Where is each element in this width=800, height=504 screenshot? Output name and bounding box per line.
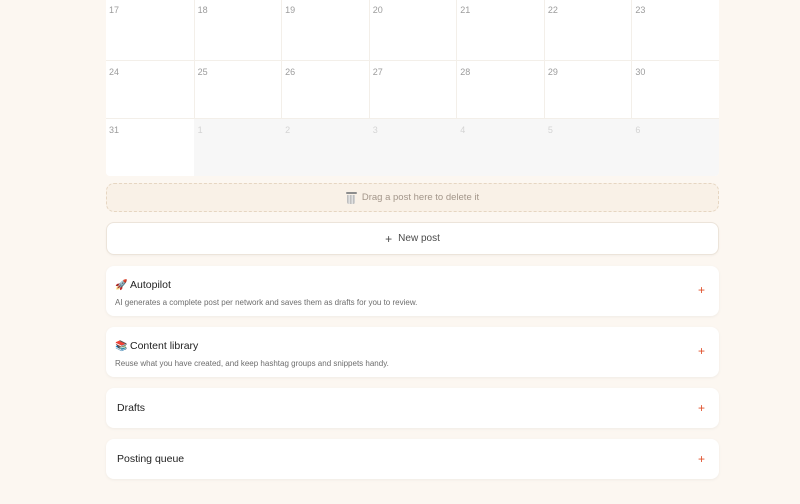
books-icon: 📚 — [115, 340, 128, 352]
day-number: 28 — [460, 67, 471, 77]
new-post-button[interactable]: + New post — [106, 222, 719, 255]
calendar-day-outside-month[interactable]: 4 — [456, 119, 544, 176]
calendar-day-outside-month[interactable]: 5 — [543, 119, 632, 176]
content-library-panel[interactable]: 📚 Content library Reuse what you have cr… — [106, 327, 719, 377]
posting-queue-panel[interactable]: Posting queue + — [106, 439, 719, 479]
autopilot-title: Autopilot — [130, 279, 171, 291]
expand-drafts-icon[interactable]: + — [698, 402, 705, 414]
day-number: 4 — [460, 125, 466, 135]
expand-posting-queue-icon[interactable]: + — [698, 453, 705, 465]
day-number: 5 — [547, 125, 553, 135]
calendar-week: 31 1 2 3 4 5 6 — [106, 118, 719, 176]
day-number: 26 — [285, 67, 296, 77]
autopilot-panel[interactable]: 🚀 Autopilot AI generates a complete post… — [106, 266, 719, 316]
calendar-week: 24 25 26 27 28 29 30 — [106, 60, 719, 118]
calendar-week: 17 18 19 20 21 22 23 — [106, 0, 719, 60]
day-number: 21 — [460, 5, 471, 15]
drafts-panel[interactable]: Drafts + — [106, 388, 719, 428]
calendar-day[interactable]: 19 — [281, 0, 369, 60]
drafts-title: Drafts — [117, 402, 146, 414]
planner-column: 17 18 19 20 21 22 23 24 25 26 27 28 29 3… — [106, 0, 719, 479]
calendar-day[interactable]: 20 — [368, 0, 457, 60]
day-number: 3 — [372, 125, 378, 135]
content-library-title: Content library — [130, 340, 199, 352]
new-post-label: New post — [398, 233, 440, 244]
calendar-day[interactable]: 18 — [193, 0, 282, 60]
day-number: 30 — [635, 67, 646, 77]
day-number: 2 — [285, 125, 291, 135]
calendar-day-outside-month[interactable]: 6 — [631, 119, 719, 176]
delete-drop-zone[interactable]: Drag a post here to delete it — [106, 183, 719, 212]
calendar-grid: 17 18 19 20 21 22 23 24 25 26 27 28 29 3… — [106, 0, 719, 176]
calendar-day-outside-month[interactable]: 2 — [281, 119, 369, 176]
calendar-day-outside-month[interactable]: 3 — [368, 119, 457, 176]
day-number: 31 — [109, 125, 120, 135]
autopilot-description: AI generates a complete post per network… — [115, 298, 418, 307]
calendar-day[interactable]: 21 — [456, 0, 544, 60]
day-number: 19 — [285, 5, 296, 15]
day-number: 25 — [197, 67, 208, 77]
day-number: 1 — [197, 125, 203, 135]
day-number: 29 — [547, 67, 558, 77]
rocket-icon: 🚀 — [115, 279, 128, 291]
calendar-day[interactable]: 31 — [106, 119, 194, 176]
calendar-day[interactable]: 30 — [631, 61, 719, 118]
day-number: 23 — [635, 5, 646, 15]
expand-content-library-icon[interactable]: + — [698, 345, 705, 357]
calendar-day[interactable]: 29 — [543, 61, 632, 118]
calendar-day[interactable]: 24 — [106, 61, 194, 118]
day-number: 17 — [109, 5, 120, 15]
calendar-day[interactable]: 26 — [281, 61, 369, 118]
calendar-day[interactable]: 25 — [193, 61, 282, 118]
day-number: 24 — [109, 67, 120, 77]
day-number: 20 — [372, 5, 383, 15]
content-library-description: Reuse what you have created, and keep ha… — [115, 359, 389, 368]
day-number: 27 — [372, 67, 383, 77]
calendar-day[interactable]: 28 — [456, 61, 544, 118]
trash-icon — [345, 191, 357, 204]
calendar-day[interactable]: 17 — [106, 0, 194, 60]
delete-drop-zone-label: Drag a post here to delete it — [361, 192, 480, 203]
calendar-day[interactable]: 23 — [631, 0, 719, 60]
calendar-day[interactable]: 27 — [368, 61, 457, 118]
day-number: 6 — [635, 125, 641, 135]
plus-icon: + — [385, 231, 393, 246]
calendar-day[interactable]: 22 — [543, 0, 632, 60]
posting-queue-title: Posting queue — [117, 453, 185, 465]
expand-autopilot-icon[interactable]: + — [698, 284, 705, 296]
calendar-day-outside-month[interactable]: 1 — [193, 119, 282, 176]
day-number: 22 — [547, 5, 558, 15]
day-number: 18 — [197, 5, 208, 15]
